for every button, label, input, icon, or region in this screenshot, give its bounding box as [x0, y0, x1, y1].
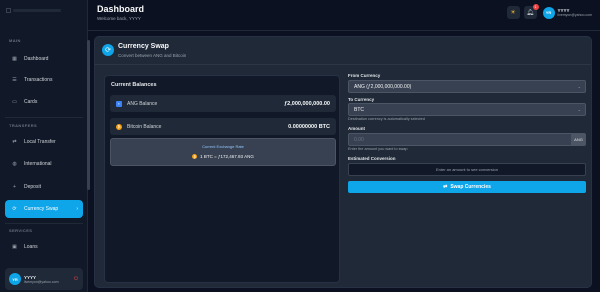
user-info: YYYY livemyon@yahoo.com: [558, 8, 592, 17]
sidebar-divider: [5, 117, 83, 118]
sidebar-item-transactions[interactable]: ☰ Transactions: [5, 71, 83, 89]
swap-icon: ⇄: [443, 184, 448, 190]
sidebar-item-label: Currency Swap: [24, 206, 59, 212]
logo-text-placeholder: [13, 8, 61, 12]
app-root: MAIN ▦ Dashboard ☰ Transactions ▭ Cards …: [0, 0, 600, 292]
btc-balance-value: 0.00000000 BTC: [288, 123, 330, 130]
sidebar-item-label: International: [24, 161, 52, 167]
notifications-button[interactable]: 🔔︎ 1: [523, 4, 539, 19]
sidebar-item-currency-swap[interactable]: ⟳ Currency Swap ›: [5, 200, 83, 218]
to-currency-select[interactable]: BTC ⌄: [348, 103, 586, 116]
section-label-transfers: TRANSFERS: [9, 123, 38, 128]
chevron-down-icon: ⌄: [577, 84, 581, 89]
notification-badge: 1: [532, 4, 539, 10]
user-email: livemyon@yahoo.com: [557, 13, 592, 17]
amount-input[interactable]: 0.00: [348, 133, 571, 146]
brand-logo[interactable]: [6, 7, 62, 13]
page-subtitle: Welcome back, YYYY: [97, 16, 141, 21]
sidebar-item-local-transfer[interactable]: ⇄ Local Transfer: [5, 133, 83, 151]
card-icon: ▭: [12, 99, 17, 105]
sidebar-item-deposit[interactable]: + Deposit: [5, 178, 83, 196]
sidebar-item-label: Cards: [24, 99, 38, 105]
exchange-rate-title: Current Exchange Rate: [202, 144, 244, 149]
btc-balance-label: Bitcoin Balance: [127, 123, 162, 130]
to-currency-value: BTC: [354, 106, 364, 113]
logout-icon[interactable]: ⏻: [74, 276, 78, 282]
to-currency-label: To Currency: [348, 97, 375, 102]
sidebar-item-label: Loans: [24, 244, 38, 250]
amount-hint: Enter the amount you want to swap: [348, 147, 408, 151]
sidebar-item-label: Local Transfer: [24, 139, 56, 145]
chevron-down-icon: ⌄: [577, 107, 581, 112]
deposit-icon: +: [13, 184, 16, 190]
user-info: YYYY livemyon@yahoo.com: [24, 275, 58, 284]
sidebar-item-international[interactable]: ◍ International: [5, 155, 83, 173]
sidebar-divider: [5, 223, 83, 224]
amount-label: Amount: [348, 126, 365, 131]
balances-title: Current Balances: [111, 82, 157, 88]
sidebar-item-loans[interactable]: ▣ Loans: [5, 238, 83, 256]
exchange-rate-value: 1 BTC = ƒ172,467.93 ANG: [200, 154, 254, 159]
currency-swap-card: ⟳ Currency Swap Convert between ANG and …: [94, 36, 592, 288]
ang-balance-row: ▪ ANG Balance ƒ2,000,000,000.00: [110, 95, 336, 112]
sidebar-item-cards[interactable]: ▭ Cards: [5, 93, 83, 111]
transfer-icon: ⇄: [12, 139, 17, 145]
balances-panel: Current Balances ▪ ANG Balance ƒ2,000,00…: [104, 75, 340, 283]
avatar: YR: [542, 6, 555, 19]
amount-unit: ANG: [571, 133, 586, 146]
swap-button-label: Swap Currencies: [450, 184, 491, 190]
theme-toggle-button[interactable]: ☀: [506, 6, 520, 19]
header-actions: ☀ 🔔︎ 1 YR YYYY livemyon@yahoo.com: [506, 4, 592, 19]
sun-icon: ☀: [510, 10, 516, 16]
swap-currencies-button[interactable]: ⇄ Swap Currencies: [348, 181, 586, 193]
globe-icon: ◍: [12, 161, 17, 167]
main-content: Dashboard Welcome back, YYYY ☀ 🔔︎ 1 YR Y…: [88, 0, 600, 292]
ang-balance-value: ƒ2,000,000,000.00: [284, 100, 330, 107]
section-label-services: SERVICES: [9, 228, 33, 233]
grid-icon: ▦: [12, 56, 17, 62]
sidebar-item-dashboard[interactable]: ▦ Dashboard: [5, 50, 83, 68]
btc-balance-row: ₿ Bitcoin Balance 0.00000000 BTC: [110, 118, 336, 135]
sidebar-user-card[interactable]: YR YYYY livemyon@yahoo.com ⏻: [5, 268, 83, 290]
section-label-main: MAIN: [9, 38, 21, 43]
header-divider: [88, 30, 600, 31]
ang-balance-label: ANG Balance: [127, 100, 158, 107]
sidebar-item-label: Dashboard: [24, 56, 49, 62]
user-email: livemyon@yahoo.com: [24, 279, 59, 284]
header-user-menu[interactable]: YR YYYY livemyon@yahoo.com: [542, 6, 592, 19]
bitcoin-icon: ₿: [192, 154, 198, 159]
bitcoin-icon: ₿: [116, 123, 122, 130]
list-icon: ☰: [12, 77, 17, 83]
from-currency-value: ANG (ƒ2,000,000,000.00): [354, 83, 412, 90]
ang-coin-icon: ▪: [116, 100, 122, 107]
swap-icon: ⟳: [12, 206, 17, 212]
card-title: Currency Swap: [118, 43, 169, 50]
to-currency-hint: Destination currency is automatically se…: [348, 117, 425, 121]
sidebar-item-label: Deposit: [24, 184, 41, 190]
logo-image-icon: [6, 7, 11, 13]
exchange-rate-box: Current Exchange Rate ₿ 1 BTC = ƒ172,467…: [110, 138, 336, 166]
sidebar: MAIN ▦ Dashboard ☰ Transactions ▭ Cards …: [0, 0, 88, 292]
from-currency-select[interactable]: ANG (ƒ2,000,000,000.00) ⌄: [348, 80, 586, 93]
amount-field: 0.00 ANG: [348, 133, 586, 146]
estimated-conversion-label: Estimated Conversion: [348, 156, 396, 161]
from-currency-label: From Currency: [348, 73, 381, 78]
loan-icon: ▣: [12, 244, 17, 250]
page-title: Dashboard: [97, 4, 145, 14]
avatar: YR: [9, 273, 21, 285]
sidebar-item-label: Transactions: [24, 77, 53, 83]
active-arrow-icon: ›: [76, 206, 78, 212]
exchange-rate-line: ₿ 1 BTC = ƒ172,467.93 ANG: [111, 154, 335, 159]
card-header: ⟳ Currency Swap Convert between ANG and …: [95, 37, 591, 65]
bell-icon: 🔔︎: [526, 10, 534, 16]
swap-icon: ⟳: [102, 44, 114, 56]
card-subtitle: Convert between ANG and Bitcoin: [118, 53, 187, 58]
estimated-conversion-box: Enter an amount to see conversion: [348, 163, 586, 176]
